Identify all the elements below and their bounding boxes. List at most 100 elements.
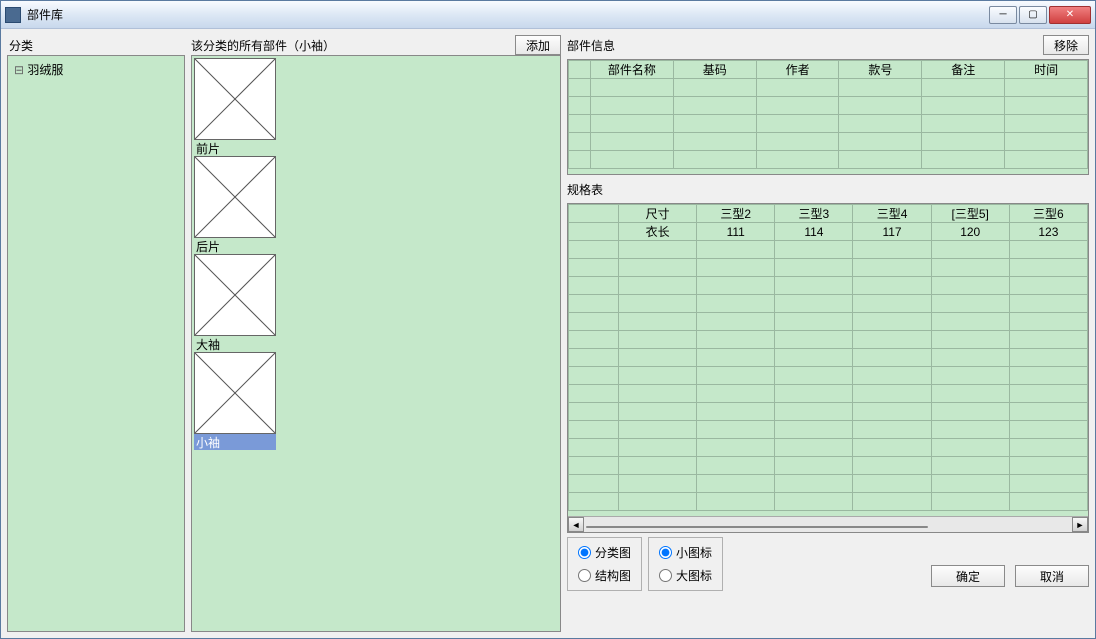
spec-cell[interactable]: [619, 295, 697, 313]
spec-cell[interactable]: [931, 421, 1009, 439]
spec-cell[interactable]: [775, 331, 853, 349]
spec-cell[interactable]: [853, 295, 931, 313]
info-cell[interactable]: [922, 133, 1005, 151]
info-column-header[interactable]: 部件名称: [591, 61, 674, 79]
spec-cell[interactable]: [775, 385, 853, 403]
icon-size-radio[interactable]: [659, 569, 672, 582]
spec-cell[interactable]: [1009, 493, 1087, 511]
info-cell[interactable]: [673, 79, 756, 97]
spec-column-header[interactable]: [三型5]: [931, 205, 1009, 223]
info-grid[interactable]: 部件名称基码作者款号备注时间: [567, 59, 1089, 175]
spec-cell[interactable]: [619, 367, 697, 385]
info-cell[interactable]: [922, 115, 1005, 133]
spec-cell[interactable]: [697, 349, 775, 367]
spec-cell[interactable]: [853, 259, 931, 277]
scroll-right-icon[interactable]: ►: [1072, 517, 1088, 532]
info-cell[interactable]: [922, 151, 1005, 169]
spec-cell[interactable]: [1009, 259, 1087, 277]
spec-cell[interactable]: 120: [931, 223, 1009, 241]
spec-cell[interactable]: [775, 475, 853, 493]
minimize-button[interactable]: ─: [989, 6, 1017, 24]
spec-cell[interactable]: [853, 241, 931, 259]
spec-cell[interactable]: [697, 403, 775, 421]
spec-column-header[interactable]: 三型2: [697, 205, 775, 223]
spec-cell[interactable]: [619, 349, 697, 367]
spec-cell[interactable]: [931, 331, 1009, 349]
spec-cell[interactable]: [697, 421, 775, 439]
info-cell[interactable]: [673, 151, 756, 169]
spec-scrollbar-h[interactable]: ◄ ►: [568, 516, 1088, 532]
info-cell[interactable]: [591, 151, 674, 169]
spec-cell[interactable]: [775, 403, 853, 421]
spec-cell[interactable]: [931, 385, 1009, 403]
info-cell[interactable]: [922, 97, 1005, 115]
spec-cell[interactable]: [619, 241, 697, 259]
view-mode-option[interactable]: 分类图: [578, 544, 631, 561]
spec-cell[interactable]: [1009, 331, 1087, 349]
spec-cell[interactable]: [697, 475, 775, 493]
spec-cell[interactable]: [697, 331, 775, 349]
icon-size-radio[interactable]: [659, 546, 672, 559]
spec-cell[interactable]: [697, 259, 775, 277]
info-cell[interactable]: [756, 79, 839, 97]
info-cell[interactable]: [839, 151, 922, 169]
spec-cell[interactable]: 117: [853, 223, 931, 241]
spec-cell[interactable]: [853, 439, 931, 457]
maximize-button[interactable]: ▢: [1019, 6, 1047, 24]
info-cell[interactable]: [1005, 151, 1088, 169]
spec-cell[interactable]: [697, 367, 775, 385]
spec-cell[interactable]: [853, 385, 931, 403]
spec-cell[interactable]: [697, 277, 775, 295]
spec-grid[interactable]: 尺寸三型2三型3三型4[三型5]三型6 衣长111114117120123 ◄ …: [567, 203, 1089, 533]
spec-cell[interactable]: [775, 367, 853, 385]
scroll-thumb[interactable]: [586, 526, 928, 528]
info-column-header[interactable]: 作者: [756, 61, 839, 79]
spec-cell[interactable]: [697, 385, 775, 403]
spec-row-name[interactable]: 衣长: [619, 223, 697, 241]
spec-cell[interactable]: 123: [1009, 223, 1087, 241]
spec-cell[interactable]: 111: [697, 223, 775, 241]
spec-cell[interactable]: [931, 295, 1009, 313]
spec-cell[interactable]: [1009, 277, 1087, 295]
spec-cell[interactable]: [1009, 313, 1087, 331]
spec-cell[interactable]: [931, 457, 1009, 475]
add-button[interactable]: 添加: [515, 35, 561, 55]
spec-cell[interactable]: [853, 475, 931, 493]
spec-cell[interactable]: [619, 475, 697, 493]
info-column-header[interactable]: 款号: [839, 61, 922, 79]
spec-column-header[interactable]: 三型6: [1009, 205, 1087, 223]
info-cell[interactable]: [673, 97, 756, 115]
tree-expand-icon[interactable]: ⊟: [14, 63, 27, 77]
view-mode-option[interactable]: 结构图: [578, 567, 631, 584]
info-column-header[interactable]: 基码: [673, 61, 756, 79]
info-cell[interactable]: [1005, 133, 1088, 151]
spec-cell[interactable]: [853, 367, 931, 385]
part-item[interactable]: 小袖: [194, 352, 276, 450]
part-item[interactable]: 大袖: [194, 254, 276, 352]
view-mode-radio[interactable]: [578, 546, 591, 559]
tree-item[interactable]: ⊟ 羽绒服: [14, 60, 178, 79]
spec-column-header[interactable]: 三型4: [853, 205, 931, 223]
part-item[interactable]: 前片: [194, 58, 276, 156]
icon-size-option[interactable]: 大图标: [659, 567, 712, 584]
category-tree[interactable]: ⊟ 羽绒服: [7, 55, 185, 632]
spec-cell[interactable]: [775, 277, 853, 295]
spec-cell[interactable]: [619, 385, 697, 403]
scroll-left-icon[interactable]: ◄: [568, 517, 584, 532]
info-cell[interactable]: [839, 133, 922, 151]
remove-button[interactable]: 移除: [1043, 35, 1089, 55]
info-cell[interactable]: [839, 97, 922, 115]
spec-cell[interactable]: [619, 403, 697, 421]
spec-cell[interactable]: [697, 295, 775, 313]
spec-cell[interactable]: [775, 313, 853, 331]
info-cell[interactable]: [756, 133, 839, 151]
spec-cell[interactable]: [853, 313, 931, 331]
spec-cell[interactable]: [619, 331, 697, 349]
spec-column-header[interactable]: 尺寸: [619, 205, 697, 223]
spec-cell[interactable]: [853, 421, 931, 439]
spec-cell[interactable]: [931, 439, 1009, 457]
info-column-header[interactable]: 时间: [1005, 61, 1088, 79]
spec-cell[interactable]: 114: [775, 223, 853, 241]
spec-cell[interactable]: [931, 475, 1009, 493]
info-cell[interactable]: [922, 79, 1005, 97]
